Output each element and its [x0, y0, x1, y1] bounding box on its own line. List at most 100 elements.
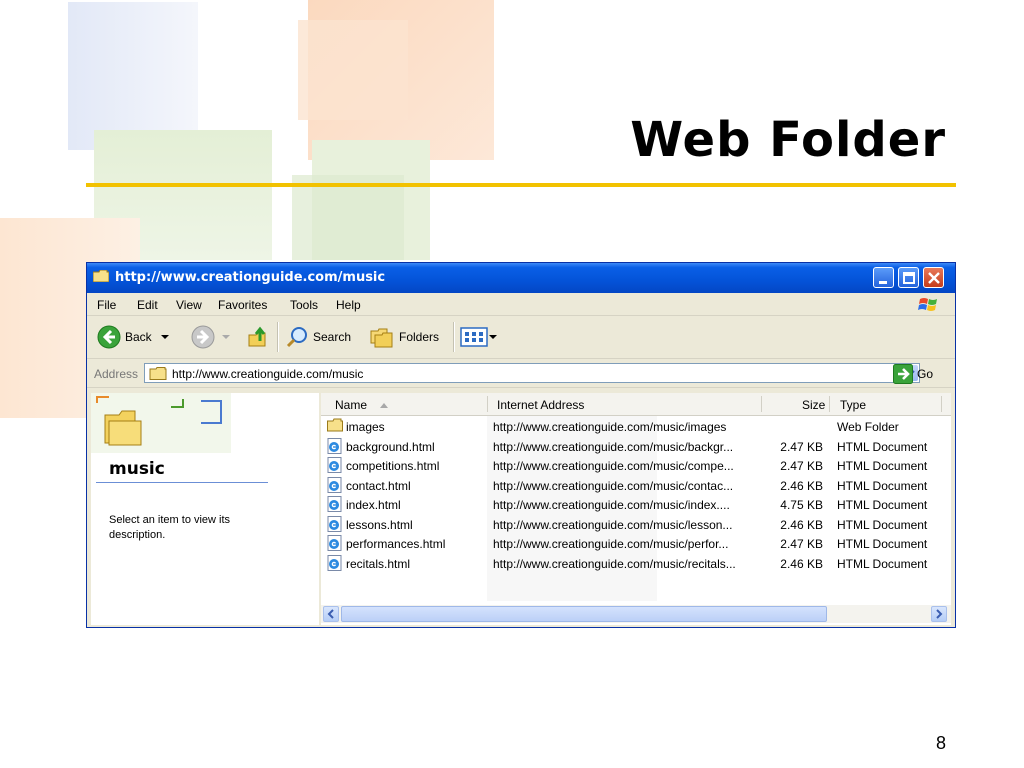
ie-document-icon [327, 457, 343, 476]
search-icon [286, 327, 307, 348]
file-name: competitions.html [346, 459, 440, 473]
scrollbar-thumb[interactable] [341, 606, 827, 622]
file-size: 2.46 KB [780, 556, 823, 571]
go-arrow-icon [893, 364, 913, 384]
up-folder-icon [248, 326, 266, 347]
column-divider[interactable] [829, 396, 830, 412]
views-button[interactable] [460, 324, 498, 350]
window-title: http://www.creationguide.com/music [115, 270, 386, 285]
column-header-internet-address[interactable]: Internet Address [497, 398, 584, 412]
file-name: background.html [346, 439, 435, 454]
file-type: HTML Document [837, 556, 928, 571]
file-row[interactable]: recitals.html http://www.creationguide.co… [321, 554, 951, 573]
decor-square [298, 20, 408, 120]
menu-bar: File Edit View Favorites Tools Help [87, 293, 955, 316]
column-header-type[interactable]: Type [840, 398, 866, 412]
window-titlebar[interactable]: http://www.creationguide.com/music [87, 263, 955, 293]
file-row[interactable]: background.html http://www.creationguide.… [321, 437, 951, 456]
file-size: 2.47 KB [780, 537, 823, 551]
title-rule [86, 183, 956, 187]
file-name: lessons.html [346, 517, 413, 532]
column-header-name-label: Name [335, 398, 368, 412]
file-size: 2.47 KB [780, 459, 823, 473]
file-internet-address: http://www.creationguide.com/music/conta… [493, 478, 734, 493]
decor-square [292, 175, 404, 260]
maximize-icon [903, 272, 915, 284]
scroll-left-button[interactable] [323, 606, 339, 622]
file-row[interactable]: index.html http://www.creationguide.com/m… [321, 495, 951, 514]
menu-view[interactable]: View [176, 298, 202, 312]
ie-document-icon [327, 554, 343, 574]
file-row[interactable]: performances.html http://www.creationguid… [321, 534, 951, 553]
address-label: Address [94, 367, 139, 381]
maximize-button[interactable] [898, 267, 919, 288]
toolbar: Back Search Folders [87, 316, 955, 359]
file-name: index.html [346, 498, 401, 512]
back-arrow-icon [97, 325, 121, 349]
page-number: 8 [935, 733, 946, 753]
file-size: 2.46 KB [780, 517, 823, 532]
column-divider[interactable] [761, 396, 762, 412]
file-row[interactable]: lessons.html http://www.creationguide.com… [321, 515, 951, 534]
search-label: Search [313, 330, 352, 344]
search-button[interactable]: Search [285, 324, 351, 350]
scroll-right-button[interactable] [931, 606, 947, 622]
forward-arrow-icon [191, 325, 215, 349]
ie-document-icon [327, 515, 343, 535]
windows-logo-icon [918, 298, 937, 311]
back-label: Back [125, 330, 152, 344]
file-row[interactable]: images http://www.creationguide.com/music… [321, 417, 951, 436]
file-name: performances.html [346, 537, 446, 551]
chevron-left-icon [327, 609, 334, 619]
chevron-down-icon [222, 335, 230, 339]
column-divider[interactable] [487, 396, 488, 412]
menu-help[interactable]: Help [336, 298, 361, 312]
file-size: 2.46 KB [780, 478, 823, 493]
file-internet-address: http://www.creationguide.com/music/compe… [493, 459, 734, 473]
file-internet-address: http://www.creationguide.com/music/index… [493, 498, 730, 512]
explorer-window: http://www.creationguide.com/music File … [86, 262, 956, 628]
menu-tools[interactable]: Tools [290, 298, 318, 312]
file-name: recitals.html [346, 556, 411, 571]
file-type: Web Folder [837, 420, 899, 434]
address-input[interactable]: http://www.creationguide.com/music [144, 363, 920, 383]
folder-icon [149, 367, 167, 380]
toolbar-separator [453, 322, 455, 352]
ie-document-icon [327, 496, 343, 515]
folder-icon [93, 270, 109, 282]
go-button[interactable]: Go [893, 364, 933, 384]
column-header-row: Name Internet Address Size Type [321, 393, 951, 416]
menu-favorites[interactable]: Favorites [218, 298, 267, 312]
back-button[interactable]: Back [97, 324, 172, 350]
file-row[interactable]: contact.html http://www.creationguide.com… [321, 476, 951, 495]
file-type: HTML Document [837, 439, 928, 454]
column-header-size[interactable]: Size [802, 398, 825, 412]
file-size: 4.75 KB [780, 498, 823, 512]
minimize-button[interactable] [873, 267, 894, 288]
chevron-right-icon [936, 609, 943, 619]
file-internet-address: http://www.creationguide.com/music/backg… [493, 439, 734, 454]
close-button[interactable] [923, 267, 944, 288]
file-internet-address: http://www.creationguide.com/music/perfo… [493, 537, 729, 551]
address-value: http://www.creationguide.com/music [172, 367, 364, 381]
minimize-icon [879, 281, 887, 284]
menu-file[interactable]: File [97, 298, 116, 312]
up-folder-button[interactable] [247, 324, 271, 350]
toolbar-separator [277, 322, 279, 352]
file-type: HTML Document [837, 459, 928, 473]
ie-document-icon [327, 476, 343, 496]
file-internet-address: http://www.creationguide.com/music/image… [493, 420, 727, 434]
column-divider[interactable] [941, 396, 942, 412]
folder-name: music [109, 459, 165, 479]
file-row[interactable]: competitions.html http://www.creationguid… [321, 456, 951, 475]
folders-button[interactable]: Folders [369, 324, 439, 350]
horizontal-scrollbar[interactable] [321, 605, 951, 623]
column-header-name[interactable]: Name [335, 398, 390, 412]
forward-button[interactable] [191, 324, 233, 350]
views-icon [460, 327, 488, 347]
menu-edit[interactable]: Edit [137, 298, 158, 312]
chevron-down-icon [160, 335, 169, 339]
folder-description: Select an item to view its description. [109, 514, 231, 541]
go-label: Go [917, 367, 934, 381]
file-internet-address: http://www.creationguide.com/music/lesso… [493, 517, 733, 532]
